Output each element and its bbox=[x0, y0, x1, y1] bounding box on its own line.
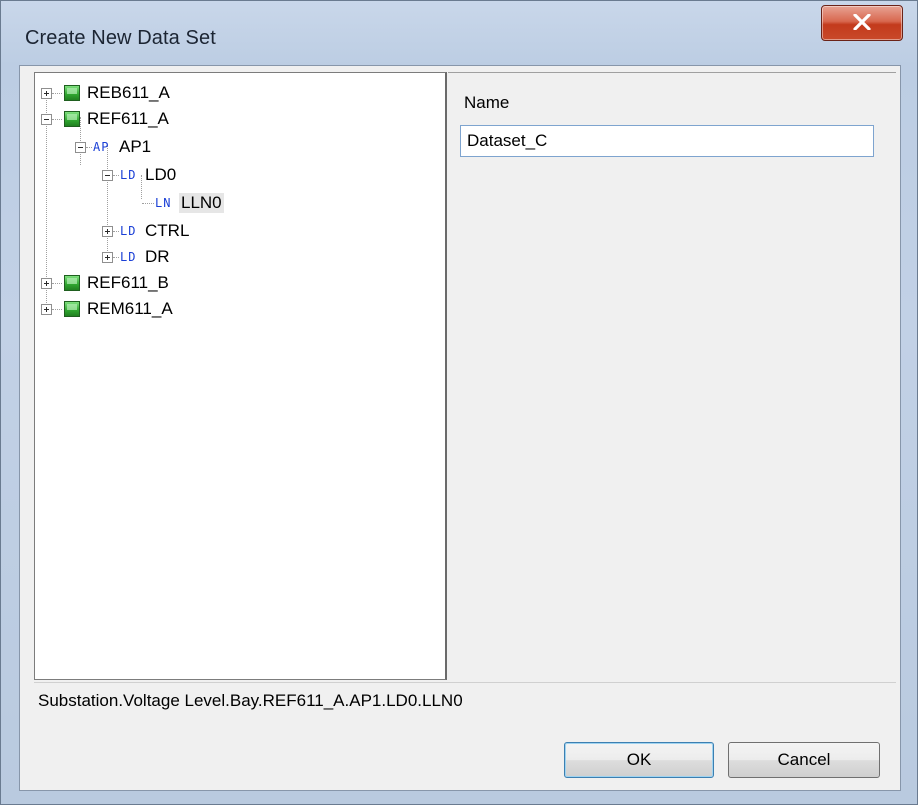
logical-device-tag: LD bbox=[120, 250, 137, 264]
tree-node-lln0[interactable]: LN LLN0 bbox=[35, 191, 335, 217]
expand-plus-icon[interactable] bbox=[41, 278, 52, 289]
properties-pane: Name bbox=[448, 72, 896, 681]
access-point-tag: AP bbox=[93, 140, 110, 154]
title-bar[interactable]: Create New Data Set bbox=[1, 1, 917, 65]
expand-plus-icon[interactable] bbox=[41, 304, 52, 315]
tree-node-reb611-a[interactable]: REB611_A bbox=[35, 81, 335, 107]
collapse-minus-icon[interactable] bbox=[102, 170, 113, 181]
expand-plus-icon[interactable] bbox=[102, 226, 113, 237]
ok-button[interactable]: OK bbox=[564, 742, 714, 778]
tree-node-ld0[interactable]: LD LD0 bbox=[35, 163, 335, 189]
close-x-icon bbox=[853, 14, 871, 30]
logical-device-tag: LD bbox=[120, 224, 137, 238]
tree-node-label: DR bbox=[145, 247, 170, 266]
tree-node-dr[interactable]: LD DR bbox=[35, 245, 335, 271]
project-tree-pane[interactable]: REB611_A REF611_A AP AP1 LD LD0 LN LLN0 … bbox=[34, 72, 447, 680]
logical-node-tag: LN bbox=[155, 196, 172, 210]
tree-node-label: REF611_B bbox=[87, 273, 169, 292]
dataset-name-input[interactable] bbox=[460, 125, 874, 157]
dialog-window: Create New Data Set REB611_A REF611_A AP… bbox=[0, 0, 918, 805]
project-tree: REB611_A REF611_A AP AP1 LD LD0 LN LLN0 … bbox=[35, 73, 445, 679]
tree-node-ref611-a[interactable]: REF611_A bbox=[35, 107, 335, 133]
tree-node-ref611-b[interactable]: REF611_B bbox=[35, 271, 335, 297]
name-label: Name bbox=[464, 93, 510, 112]
tree-node-label: REB611_A bbox=[87, 83, 170, 102]
ied-device-icon bbox=[64, 85, 80, 101]
tree-node-ctrl[interactable]: LD CTRL bbox=[35, 219, 335, 245]
status-bar: Substation.Voltage Level.Bay.REF611_A.AP… bbox=[34, 682, 896, 717]
ied-device-icon bbox=[64, 301, 80, 317]
collapse-minus-icon[interactable] bbox=[41, 114, 52, 125]
selected-path-text: Substation.Voltage Level.Bay.REF611_A.AP… bbox=[38, 691, 463, 710]
ied-device-icon bbox=[64, 275, 80, 291]
tree-node-label: CTRL bbox=[145, 221, 190, 240]
tree-node-ap1[interactable]: AP AP1 bbox=[35, 135, 335, 161]
logical-device-tag: LD bbox=[120, 168, 137, 182]
tree-node-label: AP1 bbox=[119, 137, 152, 156]
tree-node-label: REM611_A bbox=[87, 299, 173, 318]
window-title: Create New Data Set bbox=[25, 27, 216, 49]
ied-device-icon bbox=[64, 111, 80, 127]
expand-plus-icon[interactable] bbox=[41, 88, 52, 99]
close-button[interactable] bbox=[821, 5, 903, 41]
cancel-button[interactable]: Cancel bbox=[728, 742, 880, 778]
tree-node-label: LD0 bbox=[145, 165, 177, 184]
tree-node-label: REF611_A bbox=[87, 109, 169, 128]
expand-plus-icon[interactable] bbox=[102, 252, 113, 263]
tree-node-rem611-a[interactable]: REM611_A bbox=[35, 297, 335, 323]
dialog-client-area: REB611_A REF611_A AP AP1 LD LD0 LN LLN0 … bbox=[19, 65, 901, 791]
tree-node-label-selected: LLN0 bbox=[179, 193, 224, 213]
collapse-minus-icon[interactable] bbox=[75, 142, 86, 153]
